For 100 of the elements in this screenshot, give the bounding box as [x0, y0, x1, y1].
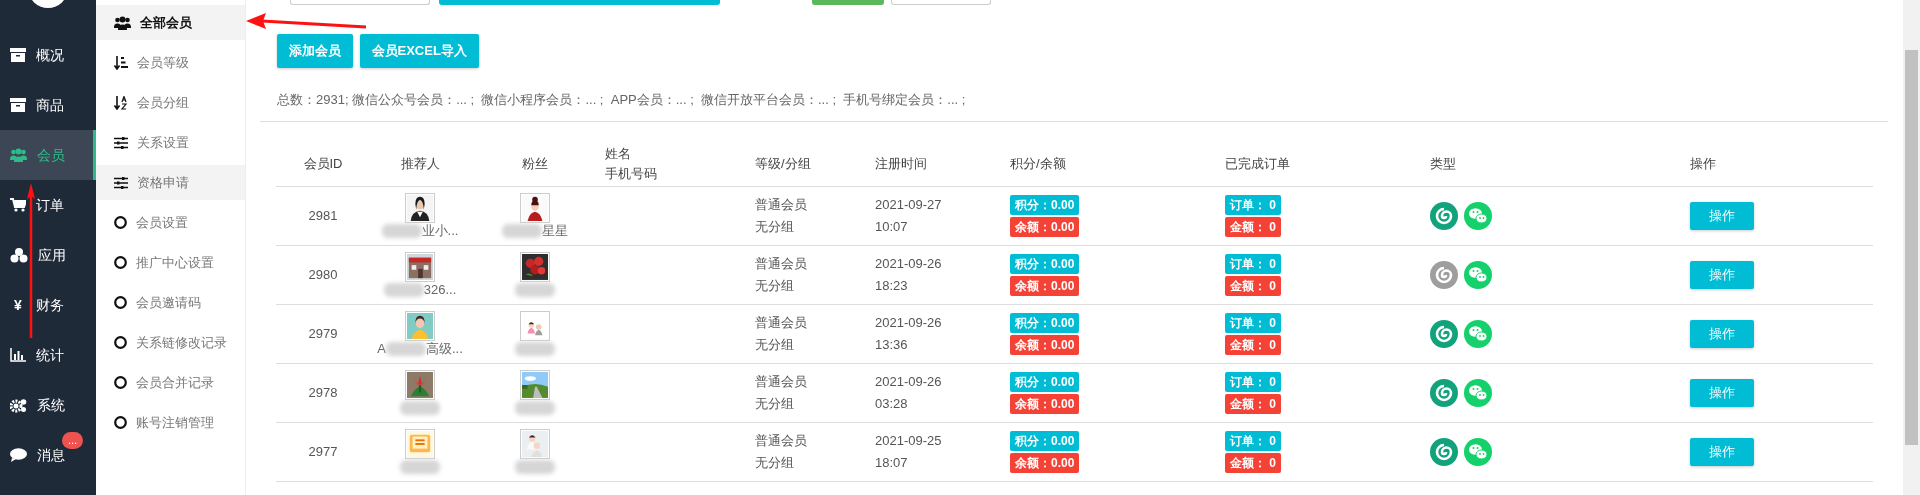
nav-item[interactable]: 会员 — [0, 130, 96, 180]
chat-icon — [10, 448, 27, 462]
submenu-item[interactable]: 会员邀请码 — [96, 285, 245, 320]
register-time: 13:36 — [875, 335, 909, 354]
orders-badge: 订单： 0 — [1225, 312, 1281, 333]
member-id: 2981 — [276, 186, 370, 245]
submenu-item[interactable]: 关系设置 — [96, 125, 245, 160]
column-header: 已完成订单 — [1220, 122, 1425, 186]
users-icon — [10, 148, 27, 162]
column-header: 等级/分组 — [750, 122, 870, 186]
summary-text: 总数：2931; 微信公众号会员：... ; 微信小程序会员：... ; APP会员：... ; 微信开放平台会员：... ; 手机号绑定会员：... ; — [277, 91, 967, 109]
redaction-mark — [515, 341, 555, 356]
points-badge: 积分：0.00 — [1010, 430, 1080, 451]
cart-icon — [10, 198, 26, 212]
sort-icon — [114, 55, 128, 70]
member-group: 无分组 — [755, 451, 865, 474]
submenu-item[interactable]: 会员分组 — [96, 85, 245, 120]
nav-item[interactable]: 统计 — [0, 330, 96, 380]
submenu-item[interactable]: 资格申请 — [96, 165, 245, 200]
user-name: 326... — [423, 281, 457, 298]
gears-icon — [10, 397, 27, 413]
column-header: 会员ID — [276, 122, 370, 186]
register-date: 2021-09-26 — [875, 313, 943, 332]
nav-item[interactable]: 系统 — [0, 380, 96, 430]
nav-item[interactable]: 消息 ... — [0, 430, 96, 480]
member-id: 2978 — [276, 363, 370, 422]
input-field[interactable] — [290, 0, 430, 5]
nav-item[interactable]: 应用 — [0, 230, 96, 280]
member-group: 无分组 — [755, 392, 865, 415]
register-date: 2021-09-25 — [875, 431, 943, 450]
circle-icon — [114, 416, 127, 429]
cubes-icon — [10, 247, 28, 263]
user-name: A — [377, 340, 386, 357]
submenu-item[interactable]: 会员等级 — [96, 45, 245, 80]
sort-icon — [114, 95, 128, 110]
register-date: 2021-09-26 — [875, 372, 943, 391]
notification-badge: ... — [62, 432, 84, 449]
points-badge: 积分：0.00 — [1010, 371, 1080, 392]
points-badge: 积分：0.00 — [1010, 312, 1080, 333]
member-level: 普通会员 — [755, 431, 808, 450]
submenu-item[interactable]: 关系链修改记录 — [96, 325, 245, 360]
nav-item[interactable]: 订单 — [0, 180, 96, 230]
balance-badge: 余额：0.00 — [1010, 393, 1080, 414]
redaction-mark — [400, 459, 440, 474]
submenu-item[interactable]: 推广中心设置 — [96, 245, 245, 280]
scrollbar[interactable] — [1903, 0, 1920, 495]
balance-badge: 余额：0.00 — [1010, 275, 1080, 296]
sliders-icon — [114, 176, 128, 189]
register-time: 18:07 — [875, 453, 909, 472]
submenu-item[interactable]: 账号注销管理 — [96, 405, 245, 440]
orders-badge: 订单： 0 — [1225, 371, 1281, 392]
register-time: 10:07 — [875, 217, 909, 236]
amount-badge: 金额： 0 — [1225, 275, 1281, 296]
submenu-item[interactable]: 会员合并记录 — [96, 365, 245, 400]
column-header: 推荐人 — [370, 122, 470, 186]
member-id: 2980 — [276, 245, 370, 304]
input-field[interactable] — [891, 0, 991, 5]
balance-badge: 余额：0.00 — [1010, 216, 1080, 237]
chart-icon — [10, 348, 26, 362]
sliders-icon — [114, 136, 128, 149]
member-level: 普通会员 — [755, 313, 808, 332]
circle-icon — [114, 216, 127, 229]
circle-icon — [114, 336, 127, 349]
member-id: 2979 — [276, 304, 370, 363]
user-name: 高级... — [425, 340, 463, 357]
register-date: 2021-09-26 — [875, 254, 943, 273]
points-badge: 积分：0.00 — [1010, 194, 1080, 215]
balance-badge: 余额：0.00 — [1010, 334, 1080, 355]
redaction-mark — [502, 223, 542, 238]
register-time: 03:28 — [875, 394, 909, 413]
column-header: 操作 — [1685, 122, 1873, 186]
redaction-mark — [515, 282, 555, 297]
users-icon — [114, 15, 131, 30]
column-header: 注册时间 — [870, 122, 1005, 186]
small-button[interactable] — [812, 0, 884, 5]
nav-item[interactable]: 商品 — [0, 80, 96, 130]
register-date: 2021-09-27 — [875, 195, 943, 214]
submenu-item[interactable]: 会员设置 — [96, 205, 245, 240]
circle-icon — [114, 296, 127, 309]
column-header: 手机号码 — [605, 164, 658, 183]
submenu-item[interactable]: 全部会员 — [96, 5, 245, 40]
balance-badge: 余额：0.00 — [1010, 452, 1080, 473]
scrollbar-thumb[interactable] — [1905, 50, 1918, 445]
member-level: 普通会员 — [755, 254, 808, 273]
wide-button[interactable] — [439, 0, 720, 5]
redaction-mark — [381, 223, 422, 238]
member-id: 2977 — [276, 422, 370, 481]
nav-item[interactable]: ¥ 财务 — [0, 280, 96, 330]
member-group: 无分组 — [755, 333, 865, 356]
member-level: 普通会员 — [755, 195, 808, 214]
amount-badge: 金额： 0 — [1225, 216, 1281, 237]
redaction-mark — [383, 282, 424, 297]
user-name: 业小... — [421, 222, 459, 239]
redaction-mark — [400, 400, 440, 415]
column-header: 粉丝 — [470, 122, 600, 186]
nav-item[interactable]: 概况 — [0, 30, 96, 80]
redaction-mark — [515, 459, 555, 474]
column-header: 类型 — [1425, 122, 1685, 186]
orders-badge: 订单： 0 — [1225, 253, 1281, 274]
yen-icon: ¥ — [10, 294, 26, 316]
